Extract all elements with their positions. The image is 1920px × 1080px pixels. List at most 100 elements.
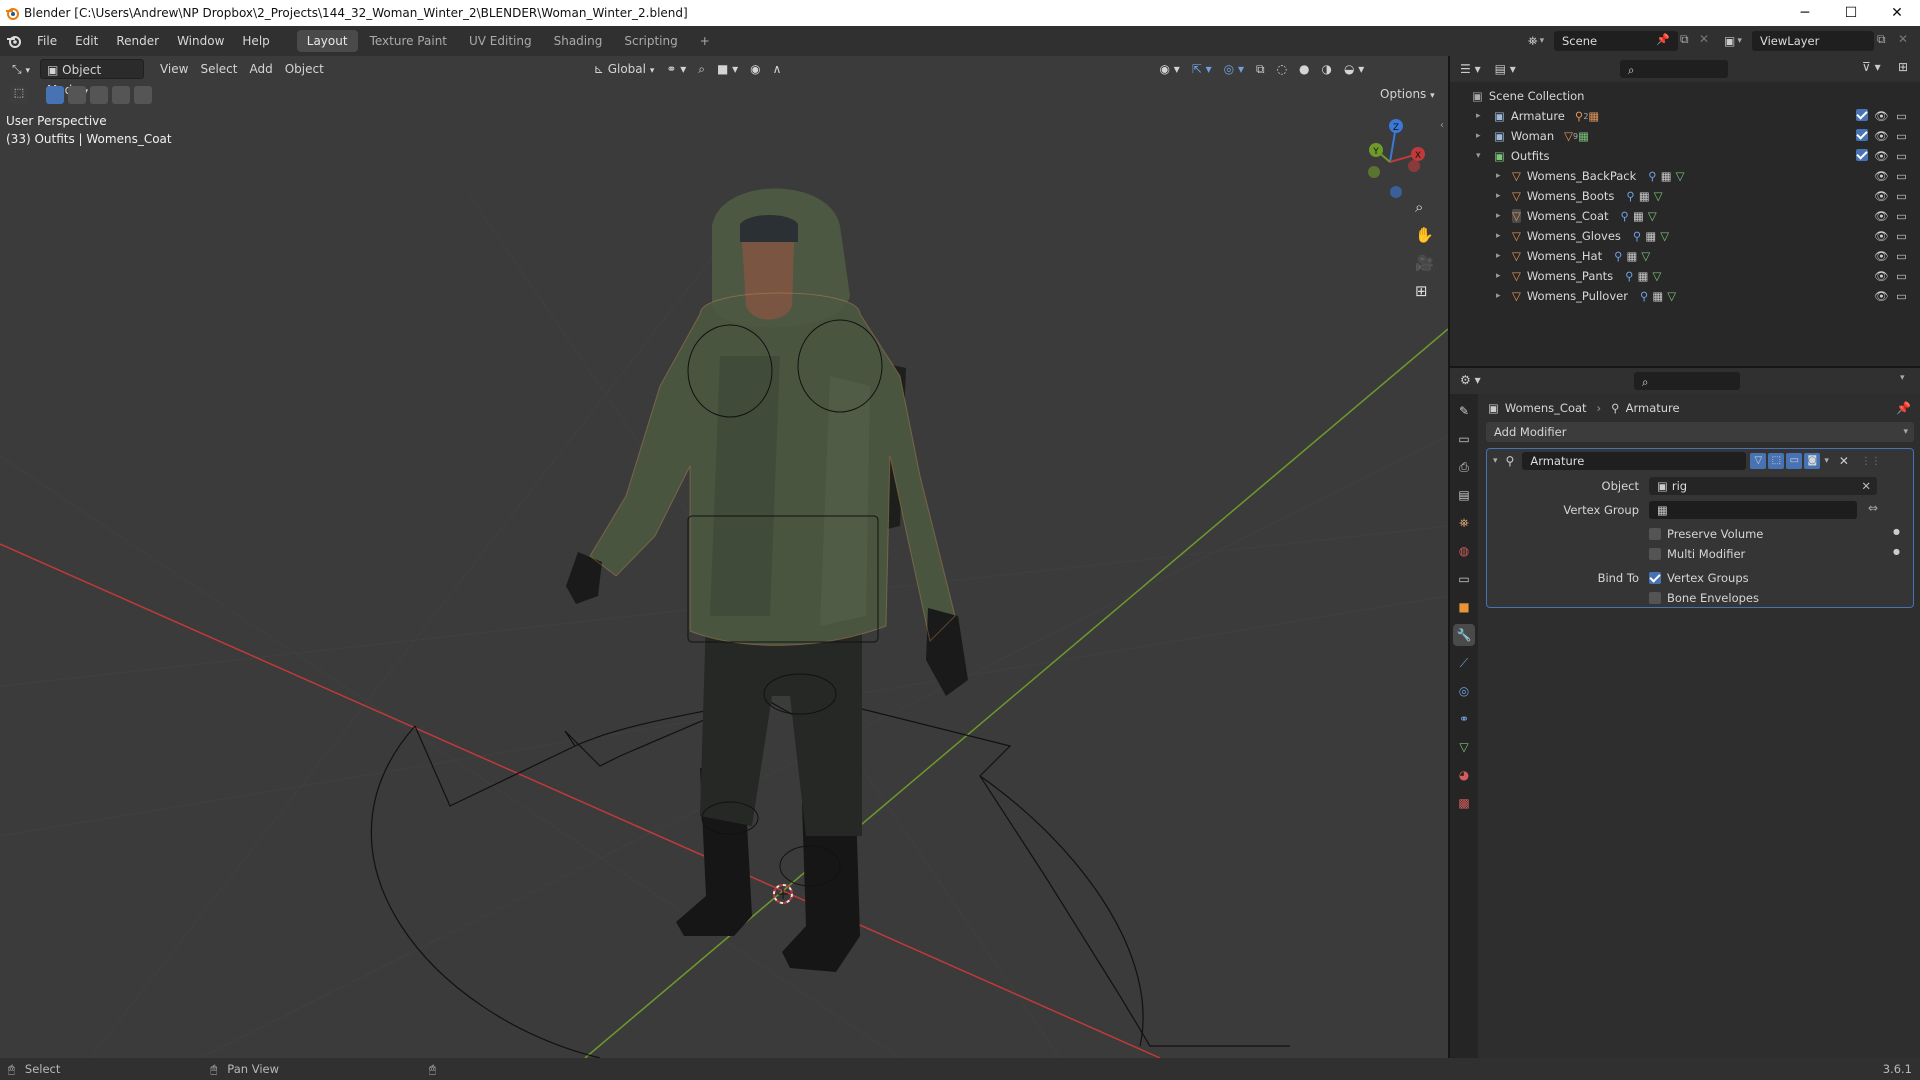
outliner-editor-icon[interactable]: ☰ ▾ xyxy=(1460,62,1481,76)
render-icon[interactable]: ▭ xyxy=(1896,149,1907,163)
add-modifier-dropdown[interactable]: Add Modifier ▾ xyxy=(1486,422,1914,442)
ortho-grid-icon[interactable]: ⊞ xyxy=(1415,282,1434,300)
camera-view-icon[interactable]: 🎥 xyxy=(1415,254,1434,272)
maximize-button[interactable]: ☐ xyxy=(1828,0,1874,26)
bone-envelopes-toggle[interactable]: Bone Envelopes xyxy=(1649,591,1759,605)
collapse-arrow-icon[interactable]: ▾ xyxy=(1493,456,1498,466)
mode-intersect-icon[interactable] xyxy=(134,86,152,104)
scene-tab-icon[interactable]: ⛯ xyxy=(1453,512,1475,534)
object-tab-icon[interactable]: ■ xyxy=(1453,596,1475,618)
mode-dropdown[interactable]: ▣ Object Mode ▾ xyxy=(39,59,144,97)
zoom-icon[interactable]: ⌕ xyxy=(1415,198,1434,216)
exclude-checkbox[interactable] xyxy=(1856,148,1868,164)
render-icon[interactable]: ▭ xyxy=(1896,169,1907,183)
exclude-checkbox[interactable] xyxy=(1856,108,1868,124)
outliner-search-input[interactable]: ⌕ xyxy=(1620,60,1728,78)
delete-viewlayer-icon[interactable]: ✕ xyxy=(1898,32,1908,46)
vertex-group-field[interactable]: ▦ xyxy=(1649,501,1857,519)
modifier-name-field[interactable]: Armature xyxy=(1522,452,1747,470)
expand-arrow-icon[interactable]: ▸ xyxy=(1476,111,1488,121)
render-icon[interactable]: ▭ xyxy=(1896,109,1907,123)
outliner-object-row[interactable]: ▸ ▽ Womens_Pants ⚲ ▦ ▽ 👁 ▭ xyxy=(1450,266,1920,286)
menu-help[interactable]: Help xyxy=(233,26,278,56)
mode-new-icon[interactable] xyxy=(46,86,64,104)
eye-icon[interactable]: 👁 xyxy=(1874,209,1889,223)
proportional-edit-icon[interactable]: ◉ xyxy=(744,59,766,79)
new-viewlayer-icon[interactable]: ⧉ xyxy=(1877,32,1886,47)
eye-icon[interactable]: 👁 xyxy=(1874,189,1889,203)
outliner-object-row[interactable]: ▸ ▽ Womens_Coat ⚲ ▦ ▽ 👁 ▭ xyxy=(1450,206,1920,226)
outliner-object-row[interactable]: ▸ ▽ Womens_Hat ⚲ ▦ ▽ 👁 ▭ xyxy=(1450,246,1920,266)
menu-add[interactable]: Add xyxy=(243,59,278,79)
vertex-groups-checkbox[interactable] xyxy=(1649,572,1661,584)
expand-arrow-icon[interactable]: ▸ xyxy=(1496,271,1508,281)
texture-tab-icon[interactable]: ▩ xyxy=(1453,792,1475,814)
eye-icon[interactable]: 👁 xyxy=(1874,149,1889,163)
menu-window[interactable]: Window xyxy=(168,26,233,56)
pivot-point-icon[interactable]: ⚭ ▾ xyxy=(660,59,692,79)
sidebar-toggle-icon[interactable]: ‹ xyxy=(1440,120,1444,131)
editor-type-button[interactable]: ⤡ ▾ xyxy=(6,59,36,79)
particles-tab-icon[interactable]: ⟋ xyxy=(1453,652,1475,674)
mode-extend-icon[interactable] xyxy=(68,86,86,104)
viewport-toggle-icon[interactable]: ▭ xyxy=(1786,453,1803,469)
rendered-shading-icon[interactable]: ◒ ▾ xyxy=(1338,59,1370,79)
outliner-object-row[interactable]: ▸ ▽ Womens_BackPack ⚲ ▦ ▽ 👁 ▭ xyxy=(1450,166,1920,186)
expand-arrow-icon[interactable]: ▸ xyxy=(1496,231,1508,241)
eye-icon[interactable]: 👁 xyxy=(1874,109,1889,123)
falloff-icon[interactable]: ∧ xyxy=(767,59,788,79)
pan-hand-icon[interactable]: ✋ xyxy=(1415,226,1434,244)
clear-field-icon[interactable]: ✕ xyxy=(1861,477,1871,495)
new-collection-icon[interactable]: ⊞ xyxy=(1898,60,1908,74)
collection-tab-icon[interactable]: ▭ xyxy=(1453,568,1475,590)
preserve-volume-toggle[interactable]: Preserve Volume xyxy=(1649,527,1763,541)
display-mode-icon[interactable]: ▤ ▾ xyxy=(1495,62,1516,76)
tool-tab-icon[interactable]: ✎ xyxy=(1453,400,1475,422)
outliner-collection-armature[interactable]: ▸ ▣ Armature ⚲ 2 ▦ 👁 ▭ xyxy=(1450,106,1920,126)
xray-icon[interactable]: ⧉ xyxy=(1250,59,1271,79)
pin-icon[interactable]: 📌 xyxy=(1896,401,1911,415)
viewport-scene[interactable] xyxy=(0,56,1448,1058)
modifier-tab-icon[interactable]: 🔧 xyxy=(1453,624,1475,646)
add-workspace-button[interactable]: + xyxy=(690,30,720,52)
expand-arrow-icon[interactable]: ▸ xyxy=(1496,211,1508,221)
menu-view[interactable]: View xyxy=(154,59,194,79)
drag-handle-icon[interactable]: ⋮⋮ xyxy=(1861,456,1881,467)
preserve-volume-checkbox[interactable] xyxy=(1649,528,1661,540)
keyframe-dot-icon[interactable]: ● xyxy=(1893,527,1900,536)
render-toggle-icon[interactable]: ◙ xyxy=(1804,453,1821,469)
multi-modifier-checkbox[interactable] xyxy=(1649,548,1661,560)
transform-orientation-dropdown[interactable]: ⊾ Global ▾ xyxy=(588,59,661,79)
constraints-tab-icon[interactable]: ⚭ xyxy=(1453,708,1475,730)
exclude-checkbox[interactable] xyxy=(1856,128,1868,144)
render-icon[interactable]: ▭ xyxy=(1896,289,1907,303)
render-icon[interactable]: ▭ xyxy=(1896,269,1907,283)
gizmo-toggle-icon[interactable]: ⇱ ▾ xyxy=(1186,59,1218,79)
menu-object[interactable]: Object xyxy=(279,59,330,79)
wireframe-shading-icon[interactable]: ◌ xyxy=(1271,59,1293,79)
expand-arrow-icon[interactable]: ▸ xyxy=(1496,291,1508,301)
filter-icon[interactable]: ⊽ ▾ xyxy=(1862,60,1881,74)
eye-icon[interactable]: 👁 xyxy=(1874,129,1889,143)
keyframe-dot-icon[interactable]: ● xyxy=(1893,547,1900,556)
outliner-object-row[interactable]: ▸ ▽ Womens_Pullover ⚲ ▦ ▽ 👁 ▭ xyxy=(1450,286,1920,306)
eye-icon[interactable]: 👁 xyxy=(1874,229,1889,243)
outliner-scene-collection[interactable]: ▣ Scene Collection xyxy=(1450,86,1920,106)
solid-shading-icon[interactable]: ● xyxy=(1293,59,1315,79)
viewlayer-type-dropdown[interactable]: ▣ ▾ xyxy=(1724,30,1742,52)
eye-icon[interactable]: 👁 xyxy=(1874,169,1889,183)
expand-arrow-icon[interactable]: ▸ xyxy=(1496,251,1508,261)
tab-layout[interactable]: Layout xyxy=(296,30,358,52)
options-dropdown[interactable]: Options ▾ xyxy=(1374,84,1441,104)
view-layer-tab-icon[interactable]: ▤ xyxy=(1453,484,1475,506)
snap-target-icon[interactable]: ■ ▾ xyxy=(711,59,744,79)
pin-scene-icon[interactable]: 📌 xyxy=(1656,33,1670,46)
visibility-icon[interactable]: ◉ ▾ xyxy=(1153,59,1185,79)
3d-viewport[interactable]: ⤡ ▾ ▣ Object Mode ▾ View Select Add Obje… xyxy=(0,56,1448,1058)
outliner-object-row[interactable]: ▸ ▽ Womens_Boots ⚲ ▦ ▽ 👁 ▭ xyxy=(1450,186,1920,206)
mode-invert-icon[interactable] xyxy=(112,86,130,104)
tab-texture-paint[interactable]: Texture Paint xyxy=(360,30,457,52)
material-shading-icon[interactable]: ◑ xyxy=(1316,59,1338,79)
expand-arrow-icon[interactable]: ▸ xyxy=(1476,131,1488,141)
menu-render[interactable]: Render xyxy=(107,26,168,56)
